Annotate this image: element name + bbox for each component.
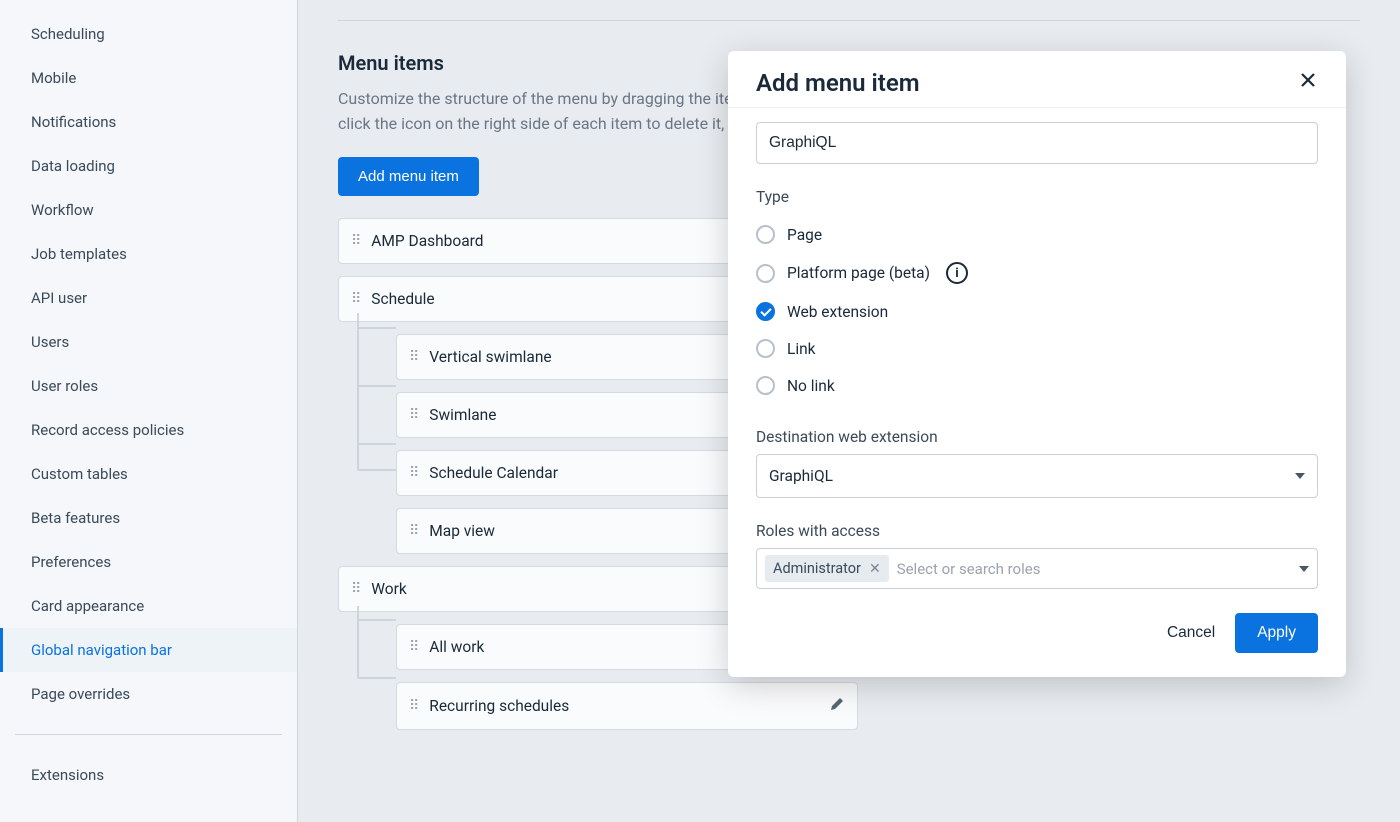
section-divider xyxy=(338,20,1360,21)
roles-multiselect[interactable]: Administrator ✕ Select or search roles xyxy=(756,548,1318,589)
radio-label: Web extension xyxy=(787,303,888,321)
type-label: Type xyxy=(756,188,1318,206)
drag-icon[interactable]: ⠿ xyxy=(409,465,417,481)
drag-icon[interactable]: ⠿ xyxy=(409,349,417,365)
sidebar-item-notifications[interactable]: Notifications xyxy=(0,100,297,144)
modal-footer: Cancel Apply xyxy=(728,589,1346,677)
sidebar-item-mobile[interactable]: Mobile xyxy=(0,56,297,100)
radio-icon xyxy=(756,225,775,244)
radio-platform-page[interactable]: Platform page (beta) i xyxy=(756,253,1318,293)
drag-icon[interactable]: ⠿ xyxy=(409,698,417,714)
radio-page[interactable]: Page xyxy=(756,216,1318,253)
radio-label: No link xyxy=(787,377,835,395)
radio-icon xyxy=(756,302,775,321)
menu-item-label: Work xyxy=(371,580,406,598)
menu-item-label: Vertical swimlane xyxy=(429,348,551,366)
sidebar-item-scheduling[interactable]: Scheduling xyxy=(0,12,297,56)
radio-label: Link xyxy=(787,340,816,358)
sidebar-item-api-user[interactable]: API user xyxy=(0,276,297,320)
drag-icon[interactable]: ⠿ xyxy=(409,639,417,655)
drag-icon[interactable]: ⠿ xyxy=(351,291,359,307)
radio-icon xyxy=(756,339,775,358)
roles-label: Roles with access xyxy=(756,522,1318,540)
radio-link[interactable]: Link xyxy=(756,330,1318,367)
menu-item-label: All work xyxy=(429,638,484,656)
destination-select[interactable]: GraphiQL xyxy=(756,454,1318,498)
modal-title: Add menu item xyxy=(756,69,920,97)
sidebar-item-preferences[interactable]: Preferences xyxy=(0,540,297,584)
sidebar-item-record-access-policies[interactable]: Record access policies xyxy=(0,408,297,452)
drag-icon[interactable]: ⠿ xyxy=(409,523,417,539)
sidebar-item-page-overrides[interactable]: Page overrides xyxy=(0,672,297,716)
radio-icon xyxy=(756,264,775,283)
radio-no-link[interactable]: No link xyxy=(756,367,1318,404)
menu-item-label: Swimlane xyxy=(429,406,496,424)
modal-body: Type Page Platform page (beta) i Web ext… xyxy=(728,108,1346,589)
sidebar-item-job-templates[interactable]: Job templates xyxy=(0,232,297,276)
drag-icon[interactable]: ⠿ xyxy=(351,581,359,597)
destination-label: Destination web extension xyxy=(756,428,1318,446)
cancel-button[interactable]: Cancel xyxy=(1167,624,1215,642)
sidebar-divider xyxy=(15,734,282,735)
role-chip-administrator: Administrator ✕ xyxy=(765,555,889,582)
sidebar-item-data-loading[interactable]: Data loading xyxy=(0,144,297,188)
radio-label: Page xyxy=(787,226,822,244)
chip-label: Administrator xyxy=(773,560,861,577)
sidebar-item-global-navigation-bar[interactable]: Global navigation bar xyxy=(0,628,297,672)
sidebar-item-extensions[interactable]: Extensions xyxy=(0,753,297,797)
menu-item-label: Recurring schedules xyxy=(429,697,569,715)
sidebar-item-beta-features[interactable]: Beta features xyxy=(0,496,297,540)
sidebar: Scheduling Mobile Notifications Data loa… xyxy=(0,0,298,822)
roles-placeholder: Select or search roles xyxy=(897,560,1291,578)
menu-item-label: Schedule Calendar xyxy=(429,464,558,482)
destination-value: GraphiQL xyxy=(769,467,833,485)
sidebar-item-workflow[interactable]: Workflow xyxy=(0,188,297,232)
sidebar-item-custom-tables[interactable]: Custom tables xyxy=(0,452,297,496)
radio-icon xyxy=(756,376,775,395)
chevron-down-icon xyxy=(1295,473,1305,479)
add-menu-item-modal: Add menu item Type Page Platform page (b… xyxy=(728,51,1346,677)
menu-item-row[interactable]: ⠿ Recurring schedules xyxy=(396,682,858,730)
apply-button[interactable]: Apply xyxy=(1235,613,1318,653)
menu-item-label: Map view xyxy=(429,522,495,540)
menu-item-name-input[interactable] xyxy=(756,122,1318,164)
drag-icon[interactable]: ⠿ xyxy=(351,233,359,249)
drag-icon[interactable]: ⠿ xyxy=(409,407,417,423)
type-radio-group: Page Platform page (beta) i Web extensio… xyxy=(756,216,1318,404)
close-icon[interactable] xyxy=(1298,70,1318,96)
menu-item-label: Schedule xyxy=(371,290,434,308)
modal-header: Add menu item xyxy=(728,51,1346,108)
sidebar-item-user-roles[interactable]: User roles xyxy=(0,364,297,408)
sidebar-item-card-appearance[interactable]: Card appearance xyxy=(0,584,297,628)
radio-web-extension[interactable]: Web extension xyxy=(756,293,1318,330)
info-icon[interactable]: i xyxy=(946,262,968,284)
radio-label: Platform page (beta) xyxy=(787,264,930,282)
chip-remove-icon[interactable]: ✕ xyxy=(869,561,881,577)
add-menu-item-button[interactable]: Add menu item xyxy=(338,157,479,196)
sidebar-item-users[interactable]: Users xyxy=(0,320,297,364)
edit-icon[interactable] xyxy=(829,696,845,716)
chevron-down-icon xyxy=(1299,566,1309,572)
menu-item-label: AMP Dashboard xyxy=(371,232,483,250)
